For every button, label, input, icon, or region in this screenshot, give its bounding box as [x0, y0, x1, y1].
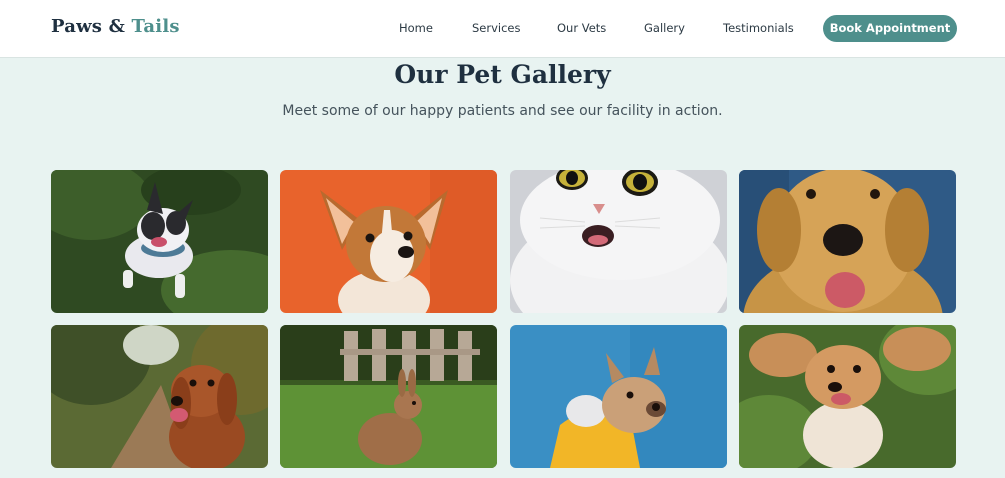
corgi-image — [280, 170, 497, 313]
rabbit-image — [280, 325, 497, 468]
page-subtitle: Meet some of our happy patients and see … — [282, 103, 723, 119]
book-appointment-button[interactable]: Book Appointment — [823, 15, 957, 42]
gallery-photo-bulldog-hoodie[interactable] — [510, 325, 727, 468]
brand-name-part1: Paws — [51, 16, 103, 37]
navbar: Paws & Tails Home Services Our Vets Gall… — [0, 0, 1005, 58]
gallery-photo-cocker-spaniel-grass[interactable] — [739, 325, 956, 468]
nav-link-services[interactable]: Services — [472, 21, 521, 35]
gallery-photo-corgi-orange[interactable] — [280, 170, 497, 313]
gallery-photo-spaniel-forest[interactable] — [51, 325, 268, 468]
french-bulldog-image — [51, 170, 268, 313]
white-cat-image — [510, 170, 727, 313]
gallery-photo-golden-retriever[interactable] — [739, 170, 956, 313]
nav-link-testimonials[interactable]: Testimonials — [723, 21, 794, 35]
brand-ampersand: & — [108, 16, 126, 37]
gallery-photo-french-bulldog-grass[interactable] — [51, 170, 268, 313]
cocker-spaniel-image — [739, 325, 956, 468]
nav-link-home[interactable]: Home — [399, 21, 433, 35]
gallery-photo-white-cat[interactable] — [510, 170, 727, 313]
gallery-photo-rabbit-grass[interactable] — [280, 325, 497, 468]
spaniel-forest-image — [51, 325, 268, 468]
brand-name-part2: Tails — [131, 16, 180, 37]
bulldog-hoodie-image — [510, 325, 727, 468]
golden-retriever-image — [739, 170, 956, 313]
brand-logo[interactable]: Paws & Tails — [51, 16, 180, 37]
page-title: Our Pet Gallery — [394, 60, 611, 89]
nav-link-gallery[interactable]: Gallery — [644, 21, 685, 35]
nav-link-our-vets[interactable]: Our Vets — [557, 21, 606, 35]
